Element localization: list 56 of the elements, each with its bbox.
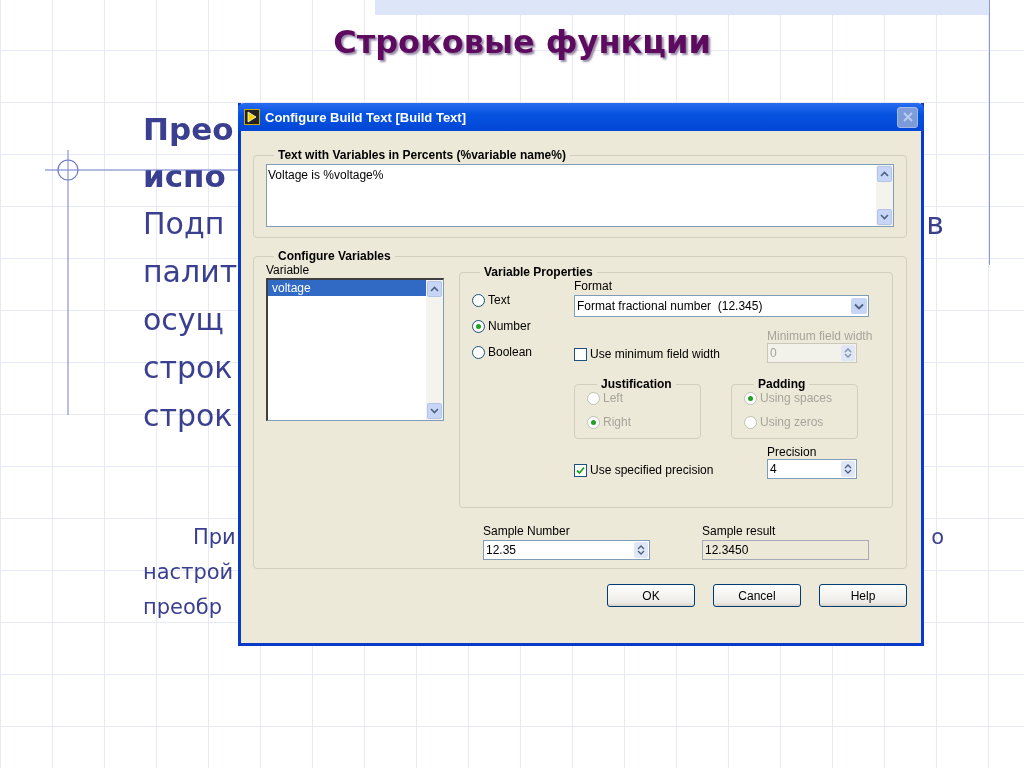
scroll-down-button[interactable] xyxy=(427,403,442,419)
dialog-button[interactable]: Cancel xyxy=(713,584,801,607)
slide-text: При xyxy=(193,524,236,551)
spin-arrows-icon xyxy=(844,347,852,359)
slide-text: Подп xyxy=(143,205,225,243)
run-arrow-icon xyxy=(244,109,260,125)
number-field[interactable]: 12.35 xyxy=(483,540,650,560)
slide-text: преобр xyxy=(143,594,223,621)
checkmark-icon xyxy=(576,465,585,475)
group-label: Text with Variables in Percents (%variable name%) xyxy=(277,148,567,162)
field-label: Sample result xyxy=(702,524,777,538)
caret-down-icon xyxy=(430,408,439,414)
list-item[interactable]: voltage xyxy=(268,280,426,296)
slide-text: осущ xyxy=(143,301,224,339)
slide-text: палит xyxy=(143,253,238,291)
caret-up-icon xyxy=(430,286,439,292)
slide-text: настрой xyxy=(143,559,234,586)
scroll-up-button[interactable] xyxy=(877,166,892,182)
caret-up-icon xyxy=(880,171,889,177)
radio-option[interactable]: Boolean xyxy=(472,345,574,360)
caret-down-icon xyxy=(880,214,889,220)
caret-down-icon xyxy=(854,302,864,310)
field-label: Minimum field width xyxy=(767,329,873,343)
slide-text: строк xyxy=(143,349,233,387)
scroll-down-button[interactable] xyxy=(877,209,892,225)
number-field[interactable]: 4 xyxy=(767,459,857,479)
spin-arrows-icon xyxy=(637,544,645,556)
field-label: Variable xyxy=(266,263,311,277)
window-title: Configure Build Text [Build Text] xyxy=(265,109,467,125)
field-label: Format xyxy=(574,279,613,293)
group-label: Variable Properties xyxy=(483,265,594,279)
close-icon xyxy=(901,111,914,123)
group-label: Configure Variables xyxy=(277,249,392,263)
slide-text: испо xyxy=(143,157,226,196)
group-label: Justification xyxy=(600,377,673,391)
slide-text: в xyxy=(926,205,944,243)
scroll-up-button[interactable] xyxy=(427,281,442,297)
slide-text: Прео xyxy=(143,110,234,149)
checkbox-option[interactable]: Use specified precision xyxy=(574,463,714,477)
close-button[interactable] xyxy=(897,106,918,128)
field-label: Precision xyxy=(767,445,817,459)
group-label: Padding xyxy=(757,377,807,391)
radio-option[interactable]: Number xyxy=(472,319,574,334)
dialog-button[interactable]: Help xyxy=(819,584,907,607)
slide-text: строк xyxy=(143,397,233,435)
radio-option[interactable]: Text xyxy=(472,293,574,308)
text-value: Voltage is %voltage% xyxy=(267,167,385,184)
field-label: Sample Number xyxy=(483,524,571,538)
slide-text: о xyxy=(931,524,944,551)
spin-arrows-icon xyxy=(844,463,852,475)
dialog-button[interactable]: OK xyxy=(607,584,695,607)
format-dropdown[interactable]: Format fractional number (12.345) xyxy=(574,295,869,317)
text-area[interactable]: Voltage is %voltage% xyxy=(266,164,894,227)
checkbox-option[interactable]: Use minimum field width xyxy=(574,347,721,361)
result-field: 12.3450 xyxy=(702,540,869,560)
slide-title: Строковые функции xyxy=(333,22,711,62)
